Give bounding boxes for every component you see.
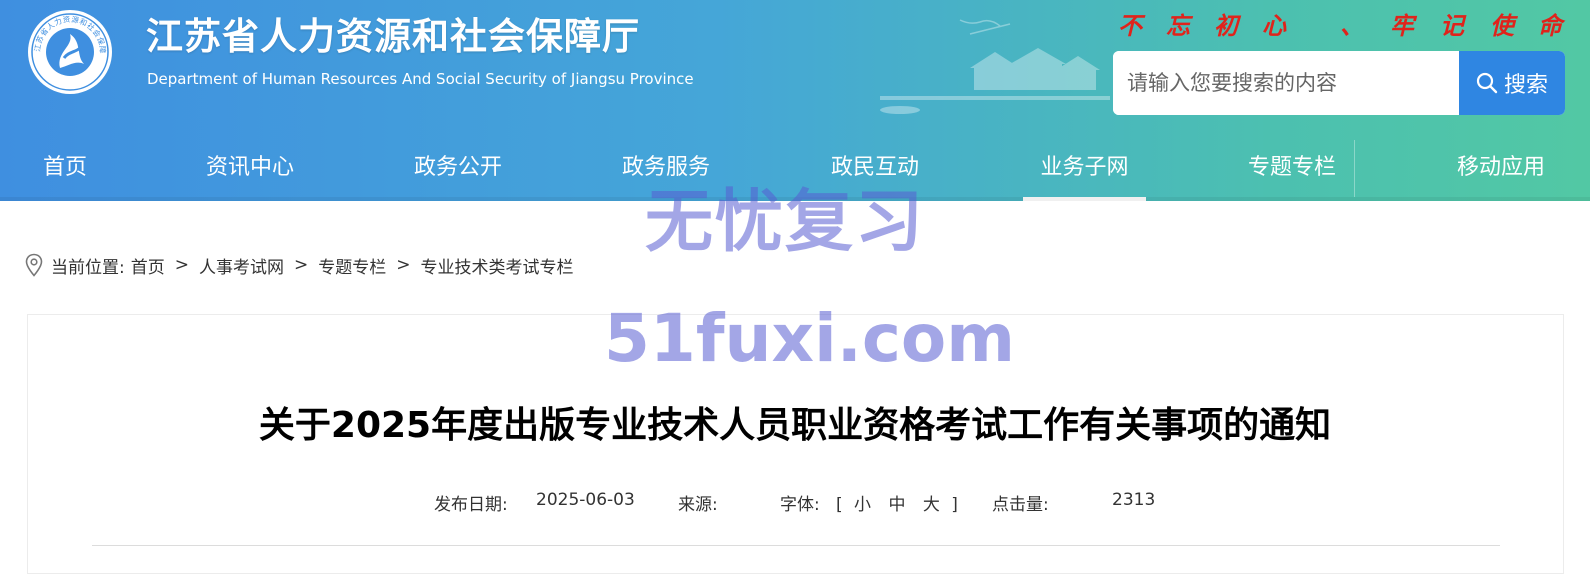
source-label: 来源:	[678, 495, 718, 515]
font-size-small-button[interactable]: 小	[854, 490, 871, 515]
slogan-char: 忘	[1166, 11, 1190, 40]
slogan-char: 命	[1538, 11, 1562, 40]
nav-item-topics[interactable]: 专题专栏	[1232, 136, 1352, 201]
main-nav: 首页 资讯中心 政务公开 政务服务 政民互动 业务子网 专题专栏 移动应用	[0, 136, 1590, 201]
nav-item-interaction[interactable]: 政民互动	[815, 136, 935, 201]
nav-item-gov-affairs[interactable]: 政务公开	[398, 136, 518, 201]
font-size-label: 字体:	[780, 495, 820, 515]
article-divider	[92, 545, 1500, 546]
search-icon	[1476, 72, 1498, 94]
slogan-char: 使	[1490, 11, 1514, 40]
breadcrumb-prefix: 当前位置:	[51, 257, 125, 278]
slogan-char: 记	[1440, 11, 1464, 40]
site-title[interactable]: 江苏省人力资源和社会保障厅	[146, 6, 640, 60]
search-input[interactable]	[1113, 51, 1459, 115]
scenery-decoration	[880, 19, 1110, 114]
font-size-bracket-close: ]	[951, 495, 958, 515]
font-size-medium-button[interactable]: 中	[888, 490, 905, 515]
breadcrumb-link-exam-site[interactable]: 人事考试网	[199, 253, 284, 278]
slogan-char: 初	[1214, 11, 1238, 40]
slogan: 不 忘 初 心 、 牢 记 使 命	[1118, 6, 1566, 42]
views-count: 2313	[1112, 490, 1156, 510]
nav-item-news[interactable]: 资讯中心	[190, 136, 310, 201]
search-box: 搜索	[1113, 51, 1565, 115]
breadcrumb-separator: >	[396, 255, 411, 275]
slogan-char: 心	[1262, 11, 1286, 40]
slogan-char: 、	[1340, 11, 1364, 40]
publish-date-value: 2025-06-03	[536, 490, 635, 510]
breadcrumb-separator: >	[293, 255, 309, 275]
nav-item-subsites[interactable]: 业务子网	[1023, 136, 1146, 201]
search-button-label: 搜索	[1503, 73, 1548, 98]
breadcrumb-link-professional-exams[interactable]: 专业技术类考试专栏	[420, 253, 573, 278]
site-header: 江苏省人力资源和社会保障厅 江苏省人力资源和社会保障厅 Department o…	[0, 0, 1590, 201]
font-size-controls: [ 小 中 大 ]	[836, 490, 958, 515]
nav-divider	[1354, 140, 1355, 197]
nav-item-mobile[interactable]: 移动应用	[1440, 136, 1562, 201]
nav-item-home[interactable]: 首页	[20, 136, 110, 201]
font-size-bracket-open: [	[836, 495, 843, 515]
breadcrumb-link-topics[interactable]: 专题专栏	[318, 253, 386, 278]
breadcrumb-link-home[interactable]: 首页	[131, 253, 165, 278]
breadcrumb: 当前位置: 首页 > 人事考试网 > 专题专栏 > 专业技术类考试专栏	[25, 252, 573, 278]
article-title: 关于2025年度出版专业技术人员职业资格考试工作有关事项的通知	[258, 405, 1332, 446]
location-pin-icon	[25, 253, 43, 277]
department-emblem-logo[interactable]: 江苏省人力资源和社会保障厅	[26, 8, 114, 96]
slogan-char: 不	[1118, 11, 1142, 40]
nav-item-gov-service[interactable]: 政务服务	[606, 136, 726, 201]
site-subtitle: Department of Human Resources And Social…	[147, 70, 694, 88]
search-button[interactable]: 搜索	[1459, 51, 1565, 115]
slogan-char: 牢	[1390, 11, 1414, 40]
views-label: 点击量:	[992, 495, 1049, 515]
publish-date-label: 发布日期:	[434, 495, 508, 515]
font-size-large-button[interactable]: 大	[923, 490, 940, 515]
breadcrumb-separator: >	[174, 255, 189, 275]
